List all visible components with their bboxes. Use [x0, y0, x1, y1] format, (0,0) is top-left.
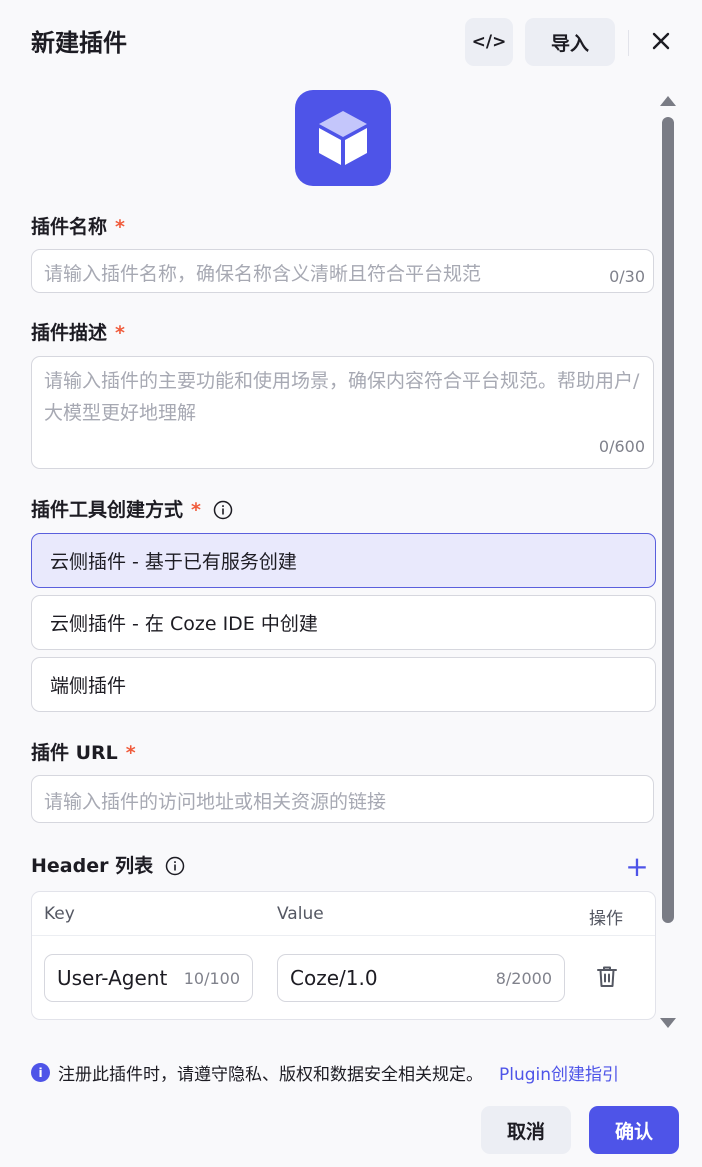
plugin-guide-link[interactable]: Plugin创建指引 [499, 1060, 619, 1085]
creation-method-label: 插件工具创建方式 * [31, 496, 233, 524]
plugin-name-placeholder: 请输入插件名称，确保名称含义清晰且符合平台规范 [44, 263, 482, 285]
option-cloud-coze-ide[interactable]: 云侧插件 - 在 Coze IDE 中创建 [31, 595, 656, 650]
header-divider [628, 30, 629, 56]
plugin-name-label: 插件名称 * [31, 213, 125, 241]
header-key-count: 10/100 [183, 968, 240, 988]
plugin-url-input[interactable]: 请输入插件的访问地址或相关资源的链接 [31, 775, 654, 823]
plugin-url-label: 插件 URL * [31, 739, 136, 767]
header-value-count: 8/2000 [495, 968, 552, 988]
header-key-input[interactable]: User-Agent 10/100 [44, 954, 253, 1002]
import-button[interactable]: 导入 [525, 18, 615, 66]
confirm-button[interactable]: 确认 [589, 1106, 679, 1154]
required-mark: * [115, 322, 125, 344]
info-icon[interactable] [213, 500, 233, 520]
required-mark: * [125, 742, 136, 764]
cancel-button[interactable]: 取消 [481, 1106, 571, 1154]
info-filled-icon: i [31, 1063, 50, 1082]
plugin-avatar[interactable] [295, 90, 391, 186]
option-device-plugin[interactable]: 端侧插件 [31, 657, 656, 712]
plugin-url-placeholder: 请输入插件的访问地址或相关资源的链接 [44, 791, 387, 813]
column-header-action: 操作 [589, 909, 623, 929]
info-icon[interactable] [165, 856, 185, 876]
header-value-input[interactable]: Coze/1.0 8/2000 [277, 954, 565, 1002]
scroll-down-arrow[interactable] [660, 1018, 676, 1028]
option-cloud-existing-service[interactable]: 云侧插件 - 基于已有服务创建 [31, 533, 656, 588]
scrollbar-thumb[interactable] [662, 117, 674, 923]
plugin-description-placeholder: 请输入插件的主要功能和使用场景，确保内容符合平台规范。帮助用户/大模型更好地理解 [44, 370, 640, 424]
plugin-name-input[interactable]: 请输入插件名称，确保名称含义清晰且符合平台规范 0/30 [31, 249, 654, 293]
header-table: Key Value 操作 User-Agent 10/100 Coze/1.0 … [31, 891, 656, 1020]
dialog-title: 新建插件 [31, 29, 127, 57]
code-view-button[interactable]: </> [465, 18, 513, 66]
plugin-description-label: 插件描述 * [31, 319, 125, 347]
column-header-value: Value [277, 904, 324, 924]
cube-icon [319, 111, 367, 165]
plugin-description-count: 0/600 [598, 437, 645, 456]
plugin-description-textarea[interactable]: 请输入插件的主要功能和使用场景，确保内容符合平台规范。帮助用户/大模型更好地理解… [31, 356, 654, 469]
required-mark: * [115, 216, 125, 238]
table-header-divider [32, 935, 655, 936]
plugin-name-count: 0/30 [609, 267, 645, 286]
code-icon: </> [471, 32, 507, 52]
add-header-button[interactable]: + [625, 853, 649, 881]
header-list-label: Header 列表 [31, 852, 185, 880]
close-icon [652, 32, 670, 50]
required-mark: * [191, 499, 201, 521]
trash-icon [597, 966, 617, 987]
column-header-key: Key [44, 904, 75, 924]
compliance-notice: i 注册此插件时，请遵守隐私、版权和数据安全相关规定。 Plugin创建指引 [31, 1060, 619, 1085]
scroll-up-arrow[interactable] [660, 96, 676, 106]
close-button[interactable] [645, 25, 677, 57]
delete-header-button[interactable] [595, 964, 619, 990]
